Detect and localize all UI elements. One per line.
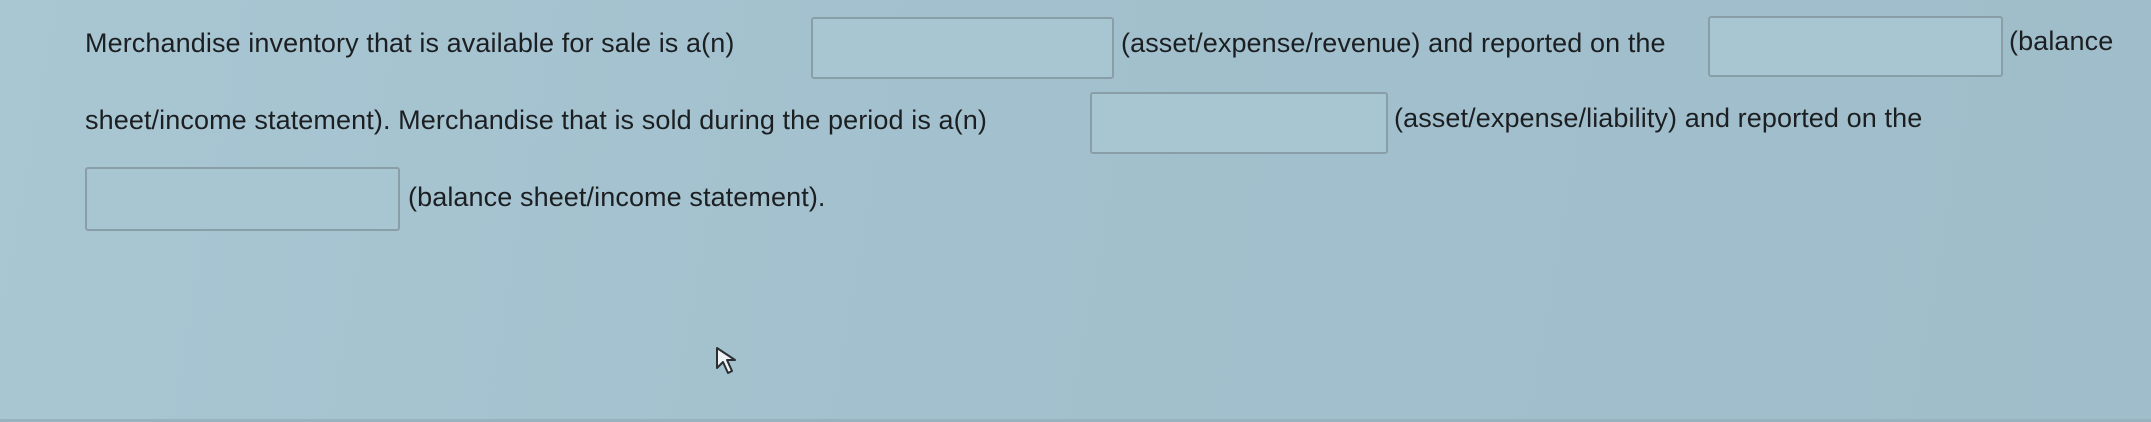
- sentence-2-part-1: sheet/income statement). Merchandise tha…: [85, 105, 987, 135]
- answer-blank-1[interactable]: [811, 17, 1114, 79]
- answer-blank-2[interactable]: [1708, 16, 2003, 77]
- sentence-1-part-1: Merchandise inventory that is available …: [85, 28, 735, 58]
- answer-blank-3[interactable]: [1090, 92, 1388, 154]
- worksheet-screen: Merchandise inventory that is available …: [0, 0, 2151, 422]
- sentence-3-part-1: (balance sheet/income statement).: [408, 182, 826, 212]
- sentence-2-part-2: (asset/expense/liability) and reported o…: [1394, 103, 1923, 133]
- sentence-1-part-3: (balance: [2009, 26, 2114, 56]
- answer-blank-4[interactable]: [85, 167, 400, 231]
- sentence-1-part-2: (asset/expense/revenue) and reported on …: [1121, 28, 1666, 58]
- mouse-pointer-icon: [716, 347, 736, 374]
